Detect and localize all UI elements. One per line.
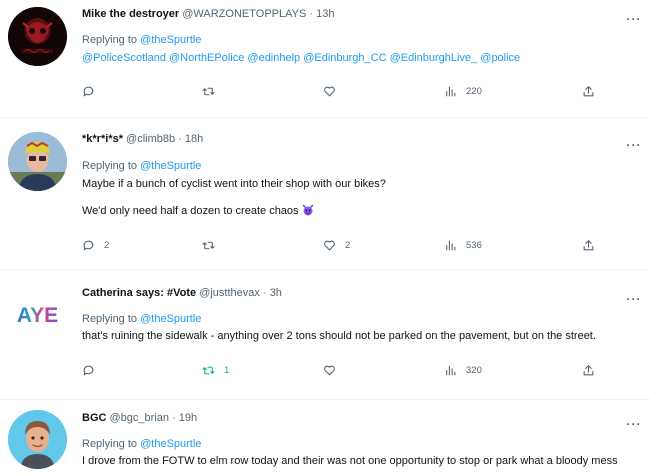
display-name[interactable]: BGC bbox=[82, 412, 106, 424]
replying-prefix: Replying to bbox=[82, 34, 138, 46]
avatar[interactable] bbox=[8, 7, 67, 66]
tweet-text-line: I drove from the FOTW to elm row today a… bbox=[82, 455, 618, 467]
separator-dot: · bbox=[178, 133, 182, 145]
replying-to-line: Replying to @theSpurtle bbox=[82, 159, 201, 173]
reply-icon bbox=[83, 240, 94, 250]
replying-to-link[interactable]: @theSpurtle bbox=[140, 34, 201, 46]
avatar-image bbox=[8, 132, 67, 191]
like-count: 2 bbox=[345, 239, 351, 251]
replying-to-link[interactable]: @theSpurtle bbox=[140, 160, 201, 172]
share-icon bbox=[583, 85, 594, 96]
timestamp[interactable]: 13h bbox=[316, 8, 334, 20]
reply-icon bbox=[83, 365, 94, 375]
retweet-icon bbox=[202, 366, 215, 374]
reply-button[interactable]: 2 bbox=[82, 237, 109, 253]
more-icon[interactable]: ··· bbox=[626, 293, 642, 305]
views-button[interactable]: 220 bbox=[444, 83, 482, 99]
display-name[interactable]: Catherina says: #Vote bbox=[82, 287, 196, 299]
like-icon bbox=[324, 240, 335, 250]
separator-dot: · bbox=[172, 412, 176, 424]
user-handle[interactable]: @climb8b bbox=[126, 133, 175, 145]
display-name[interactable]: Mike the destroyer bbox=[82, 8, 179, 20]
devil-emoji bbox=[302, 204, 313, 216]
tweet-header: Catherina says: #Vote @justthevax · 3h bbox=[82, 286, 282, 300]
separator-dot: · bbox=[309, 8, 314, 20]
avatar[interactable] bbox=[8, 410, 67, 469]
tweet[interactable]: BGC @bgc_brian · 19h ··· Replying to @th… bbox=[0, 400, 650, 476]
replying-to-line: Replying to @theSpurtle bbox=[82, 312, 201, 326]
views-count: 536 bbox=[466, 239, 482, 251]
replying-prefix: Replying to bbox=[82, 438, 138, 450]
avatar-image: AYE bbox=[8, 285, 67, 344]
replying-to-link[interactable]: @theSpurtle bbox=[140, 313, 201, 325]
tweet-text-line: that's ruining the sidewalk - anything o… bbox=[82, 330, 596, 342]
tweet[interactable]: *k*r*i*s* @climb8b · 18h ··· Replying to… bbox=[0, 118, 650, 270]
views-icon bbox=[446, 365, 456, 375]
user-handle[interactable]: @justthevax bbox=[199, 287, 260, 299]
avatar-logo-text: AYE bbox=[17, 304, 58, 327]
avatar-image bbox=[8, 410, 67, 469]
user-handle[interactable]: @WARZONETOPPLAYS bbox=[182, 8, 306, 20]
retweet-icon bbox=[202, 87, 215, 95]
separator-dot: · bbox=[262, 287, 267, 299]
mentions-line[interactable]: @PoliceScotland @NorthEPolice @edinhelp … bbox=[82, 51, 520, 65]
reply-button[interactable] bbox=[82, 362, 95, 378]
reply-count: 2 bbox=[104, 239, 110, 251]
more-icon[interactable]: ··· bbox=[626, 13, 642, 25]
retweet-button[interactable] bbox=[202, 237, 215, 253]
like-button[interactable] bbox=[323, 83, 336, 99]
share-icon bbox=[583, 364, 594, 375]
reply-button[interactable] bbox=[82, 83, 95, 99]
timestamp[interactable]: 18h bbox=[185, 133, 203, 145]
like-button[interactable] bbox=[323, 362, 336, 378]
tweet-text-content: We'd only need half a dozen to create ch… bbox=[82, 205, 299, 217]
more-icon[interactable]: ··· bbox=[626, 139, 642, 151]
views-icon bbox=[446, 86, 456, 96]
retweet-count: 1 bbox=[224, 364, 230, 376]
share-button[interactable] bbox=[582, 237, 595, 253]
share-button[interactable] bbox=[582, 83, 595, 99]
like-icon bbox=[324, 86, 335, 96]
user-handle[interactable]: @bgc_brian bbox=[110, 412, 169, 424]
avatar[interactable]: AYE bbox=[8, 285, 67, 344]
tweet-header: BGC @bgc_brian · 19h bbox=[82, 411, 197, 425]
reply-icon bbox=[83, 86, 94, 96]
views-button[interactable]: 320 bbox=[444, 362, 482, 378]
action-bar: 2 2 536 bbox=[82, 237, 602, 253]
timestamp[interactable]: 19h bbox=[179, 412, 197, 424]
avatar-image bbox=[8, 7, 67, 66]
like-button[interactable]: 2 bbox=[323, 237, 350, 253]
more-icon[interactable]: ··· bbox=[626, 418, 642, 430]
replying-to-link[interactable]: @theSpurtle bbox=[140, 438, 201, 450]
tweet-text-line: Maybe if a bunch of cyclist went into th… bbox=[82, 178, 386, 190]
like-icon bbox=[324, 365, 335, 375]
tweet-header: *k*r*i*s* @climb8b · 18h bbox=[82, 132, 203, 146]
replying-to-line: Replying to @theSpurtle bbox=[82, 437, 201, 451]
replying-prefix: Replying to bbox=[82, 160, 138, 172]
share-icon bbox=[583, 239, 594, 250]
views-count: 320 bbox=[466, 364, 482, 376]
replying-prefix: Replying to bbox=[82, 313, 138, 325]
display-name[interactable]: *k*r*i*s* bbox=[82, 133, 123, 145]
avatar[interactable] bbox=[8, 132, 67, 191]
tweet[interactable]: Mike the destroyer @WARZONETOPPLAYS · 13… bbox=[0, 0, 650, 118]
views-count: 220 bbox=[466, 85, 482, 97]
tweet[interactable]: AYE Catherina says: #Vote @justthevax · … bbox=[0, 270, 650, 400]
share-button[interactable] bbox=[582, 362, 595, 378]
views-button[interactable]: 536 bbox=[444, 237, 482, 253]
retweet-button[interactable]: 1 bbox=[202, 362, 229, 378]
tweet-text-line: We'd only need half a dozen to create ch… bbox=[82, 204, 314, 218]
timestamp[interactable]: 3h bbox=[270, 287, 282, 299]
retweet-button[interactable] bbox=[202, 83, 215, 99]
replying-to-line: Replying to @theSpurtle bbox=[82, 33, 201, 47]
action-bar: 1 320 bbox=[82, 362, 602, 378]
views-icon bbox=[446, 240, 456, 250]
retweet-icon bbox=[202, 241, 215, 249]
action-bar: 220 bbox=[82, 83, 602, 99]
tweet-header: Mike the destroyer @WARZONETOPPLAYS · 13… bbox=[82, 7, 334, 21]
